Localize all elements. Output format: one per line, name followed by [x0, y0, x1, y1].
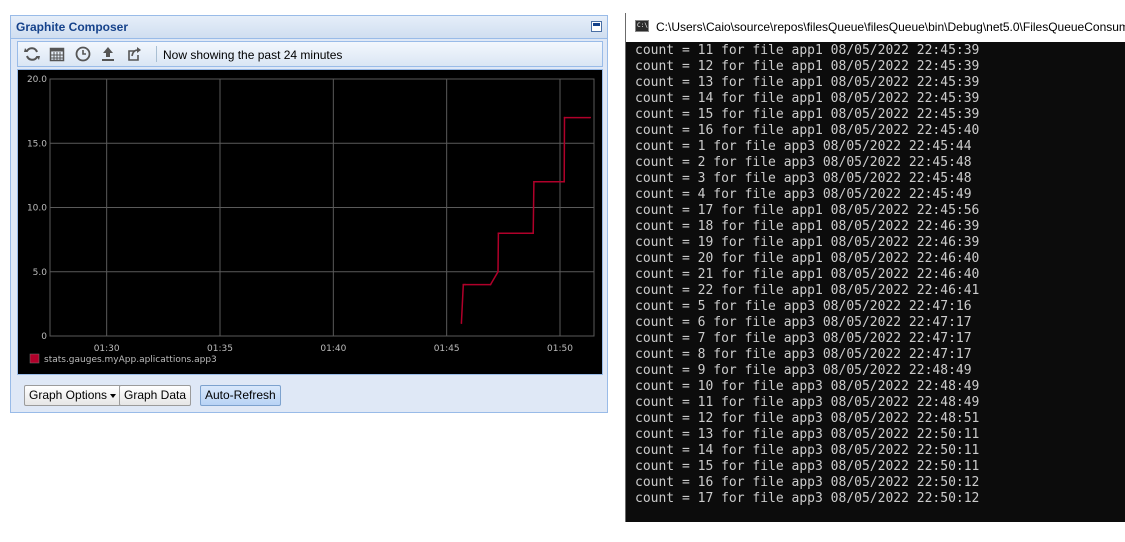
- clock-icon[interactable]: [73, 45, 93, 63]
- upload-icon[interactable]: [98, 45, 118, 63]
- y-tick-label: 10.0: [27, 204, 47, 214]
- console-line: count = 16 for file app3 08/05/2022 22:5…: [635, 475, 980, 490]
- console-line: count = 10 for file app3 08/05/2022 22:4…: [635, 379, 980, 394]
- console-line: count = 21 for file app1 08/05/2022 22:4…: [635, 267, 980, 282]
- console-line: count = 8 for file app3 08/05/2022 22:47…: [635, 347, 972, 362]
- data-point: [489, 283, 492, 286]
- graph-options-label: Graph Options: [29, 388, 108, 402]
- console-line: count = 15 for file app3 08/05/2022 22:5…: [635, 459, 980, 474]
- console-line: count = 17 for file app3 08/05/2022 22:5…: [635, 491, 980, 506]
- legend-swatch: [29, 353, 40, 364]
- console-line: count = 15 for file app1 08/05/2022 22:4…: [635, 107, 980, 122]
- data-point: [563, 116, 566, 119]
- console-line: count = 12 for file app3 08/05/2022 22:4…: [635, 411, 980, 426]
- data-point: [563, 181, 565, 183]
- x-tick-label: 01:30: [94, 344, 120, 354]
- time-range-text: Now showing the past 24 minutes: [163, 48, 343, 62]
- console-line: count = 19 for file app1 08/05/2022 22:4…: [635, 235, 980, 250]
- y-tick-label: 0: [41, 332, 47, 342]
- console-line: count = 14 for file app3 08/05/2022 22:5…: [635, 443, 980, 458]
- console-line: count = 5 for file app3 08/05/2022 22:47…: [635, 299, 972, 314]
- console-line: count = 11 for file app1 08/05/2022 22:4…: [635, 43, 980, 58]
- console-line: count = 3 for file app3 08/05/2022 22:45…: [635, 171, 972, 186]
- data-point: [497, 232, 500, 234]
- console-title: C:\Users\Caio\source\repos\filesQueue\fi…: [656, 20, 1125, 34]
- x-tick-label: 01:35: [207, 344, 233, 354]
- console-line: count = 16 for file app1 08/05/2022 22:4…: [635, 123, 980, 138]
- calendar-icon[interactable]: [47, 45, 67, 63]
- console-line: count = 7 for file app3 08/05/2022 22:47…: [635, 331, 972, 346]
- composer-toolbar: Now showing the past 24 minutes: [17, 41, 603, 67]
- graphite-composer-panel: Graphite Composer Now showing the past 2…: [10, 15, 608, 413]
- console-window: C:\ C:\Users\Caio\source\repos\filesQueu…: [625, 13, 1125, 522]
- graph-options-button[interactable]: Graph Options: [24, 385, 122, 406]
- console-line: count = 4 for file app3 08/05/2022 22:45…: [635, 187, 972, 202]
- data-point: [460, 322, 463, 324]
- console-line: count = 13 for file app1 08/05/2022 22:4…: [635, 75, 980, 90]
- console-output: count = 11 for file app1 08/05/2022 22:4…: [635, 43, 1125, 507]
- x-tick-label: 01:40: [320, 344, 346, 354]
- console-app-icon: C:\: [635, 20, 649, 32]
- graph-data-button[interactable]: Graph Data: [119, 385, 192, 406]
- x-tick-label: 01:50: [547, 344, 573, 354]
- console-line: count = 2 for file app3 08/05/2022 22:45…: [635, 155, 972, 170]
- composer-title: Graphite Composer: [16, 20, 129, 34]
- console-line: count = 11 for file app3 08/05/2022 22:4…: [635, 395, 980, 410]
- y-tick-label: 20.0: [27, 75, 47, 85]
- console-line: count = 12 for file app1 08/05/2022 22:4…: [635, 59, 980, 74]
- console-line: count = 17 for file app1 08/05/2022 22:4…: [635, 203, 980, 218]
- console-titlebar: C:\ C:\Users\Caio\source\repos\filesQueu…: [626, 13, 1125, 42]
- composer-header: Graphite Composer: [11, 16, 607, 39]
- console-line: count = 13 for file app3 08/05/2022 22:5…: [635, 427, 980, 442]
- console-line: count = 18 for file app1 08/05/2022 22:4…: [635, 219, 980, 234]
- toolbar-separator: [156, 46, 157, 62]
- legend-label: stats.gauges.myApp.aplicattions.app3: [44, 355, 217, 365]
- console-line: count = 1 for file app3 08/05/2022 22:45…: [635, 139, 972, 154]
- y-tick-label: 15.0: [27, 139, 47, 149]
- data-point: [464, 283, 466, 286]
- collapse-panel-icon[interactable]: [591, 21, 602, 32]
- refresh-icon[interactable]: [22, 45, 42, 63]
- data-point: [532, 232, 534, 234]
- chevron-down-icon: [110, 393, 117, 398]
- y-tick-label: 5.0: [33, 268, 48, 278]
- data-point: [497, 270, 499, 273]
- console-line: count = 20 for file app1 08/05/2022 22:4…: [635, 251, 980, 266]
- data-point: [462, 283, 465, 286]
- series-line: [460, 116, 591, 324]
- data-point: [533, 181, 535, 183]
- share-icon[interactable]: [123, 45, 143, 63]
- auto-refresh-button[interactable]: Auto-Refresh: [200, 385, 281, 406]
- console-line: count = 14 for file app1 08/05/2022 22:4…: [635, 91, 980, 106]
- data-point: [589, 116, 592, 119]
- console-line: count = 6 for file app3 08/05/2022 22:47…: [635, 315, 972, 330]
- console-line: count = 9 for file app3 08/05/2022 22:48…: [635, 363, 972, 378]
- graph-area: 0 5.0 10.0 15.0 20.0 01:30 01:35 01:40 01:45 01:5…: [17, 69, 603, 375]
- graph-chart: 0 5.0 10.0 15.0 20.0 01:30 01:35 01:40 01:45 01:5…: [27, 75, 595, 365]
- x-tick-label: 01:45: [434, 344, 460, 354]
- console-line: count = 22 for file app1 08/05/2022 22:4…: [635, 283, 980, 298]
